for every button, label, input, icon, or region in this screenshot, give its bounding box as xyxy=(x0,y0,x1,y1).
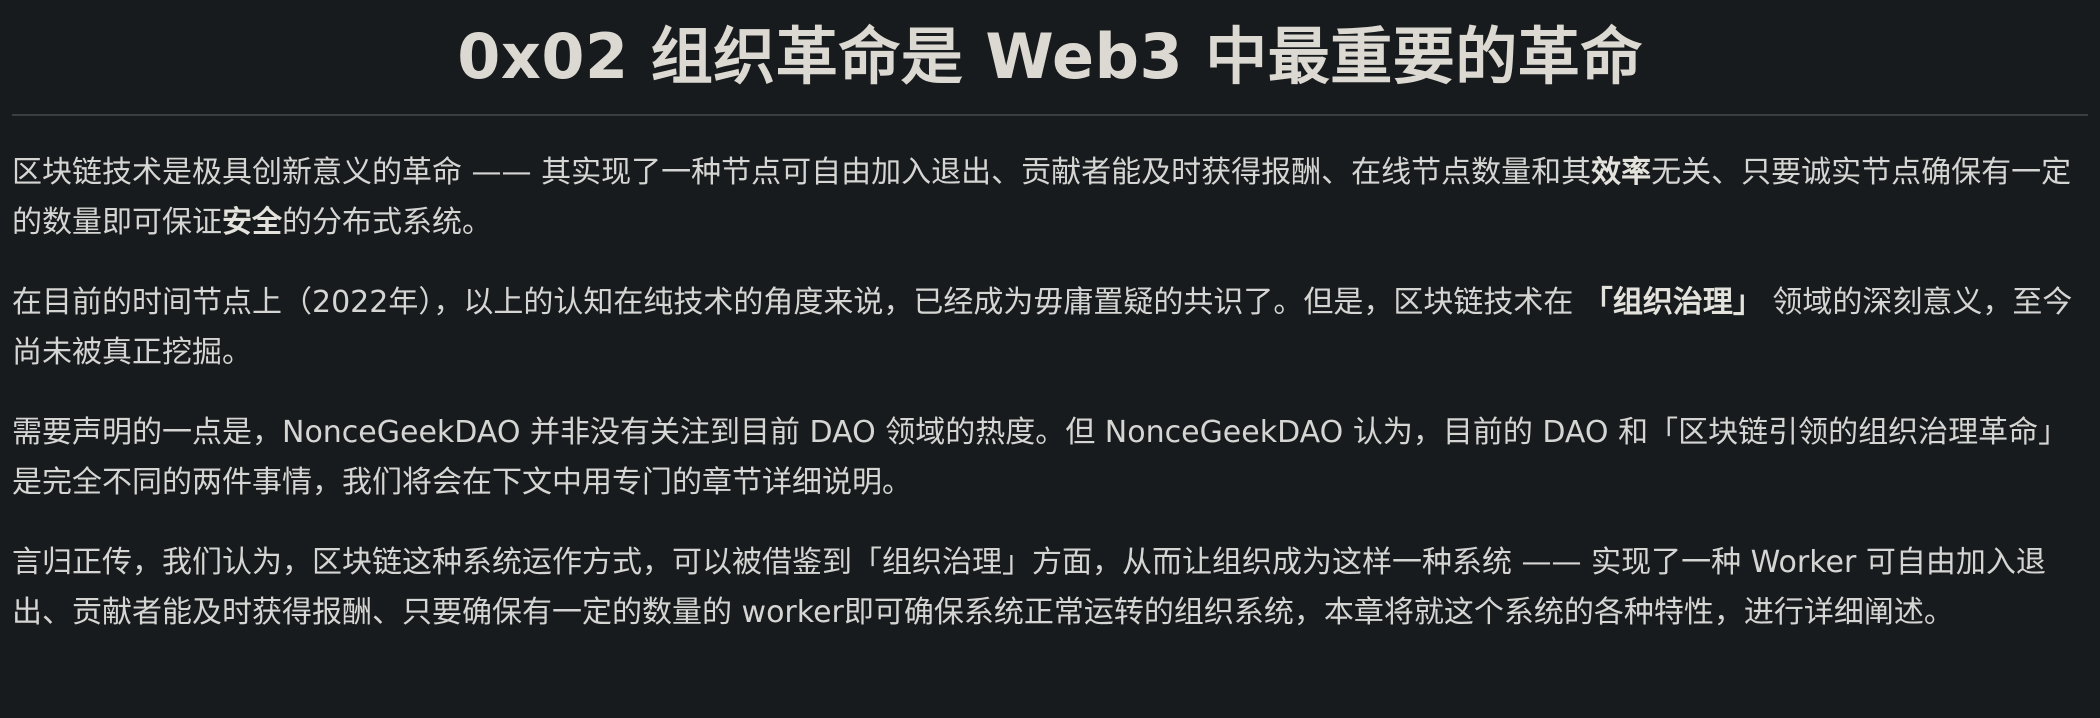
page-title: 0x02 组织革命是 Web3 中最重要的革命 xyxy=(457,20,1643,93)
bold-term-efficiency: 效率 xyxy=(1591,155,1652,190)
document-page: 0x02 组织革命是 Web3 中最重要的革命 区块链技术是极具创新意义的革命 … xyxy=(0,0,2100,718)
article-body: 区块链技术是极具创新意义的革命 —— 其实现了一种节点可自由加入退出、贡献者能及… xyxy=(12,148,2088,638)
paragraph-3: 需要声明的一点是，NonceGeekDAO 并非没有关注到目前 DAO 领域的热… xyxy=(12,408,2088,508)
paragraph-3-text-1: 需要声明的一点是，NonceGeekDAO 并非没有关注到目前 DAO 领域的热… xyxy=(12,415,2069,500)
bold-term-governance: 「组织治理」 xyxy=(1582,285,1763,320)
bold-term-security: 安全 xyxy=(222,205,282,240)
paragraph-1-text-1: 区块链技术是极具创新意义的革命 —— 其实现了一种节点可自由加入退出、贡献者能及… xyxy=(12,155,1592,190)
paragraph-2-text-1: 在目前的时间节点上（2022年），以上的认知在纯技术的角度来说，已经成为毋庸置疑… xyxy=(12,285,1583,320)
title-divider xyxy=(12,114,2088,116)
paragraph-2: 在目前的时间节点上（2022年），以上的认知在纯技术的角度来说，已经成为毋庸置疑… xyxy=(12,278,2088,378)
paragraph-4: 言归正传，我们认为，区块链这种系统运作方式，可以被借鉴到「组织治理」方面，从而让… xyxy=(12,538,2088,638)
paragraph-1-text-3: 的分布式系统。 xyxy=(282,205,492,240)
paragraph-1: 区块链技术是极具创新意义的革命 —— 其实现了一种节点可自由加入退出、贡献者能及… xyxy=(12,148,2088,248)
paragraph-4-text-1: 言归正传，我们认为，区块链这种系统运作方式，可以被借鉴到「组织治理」方面，从而让… xyxy=(12,545,2046,630)
